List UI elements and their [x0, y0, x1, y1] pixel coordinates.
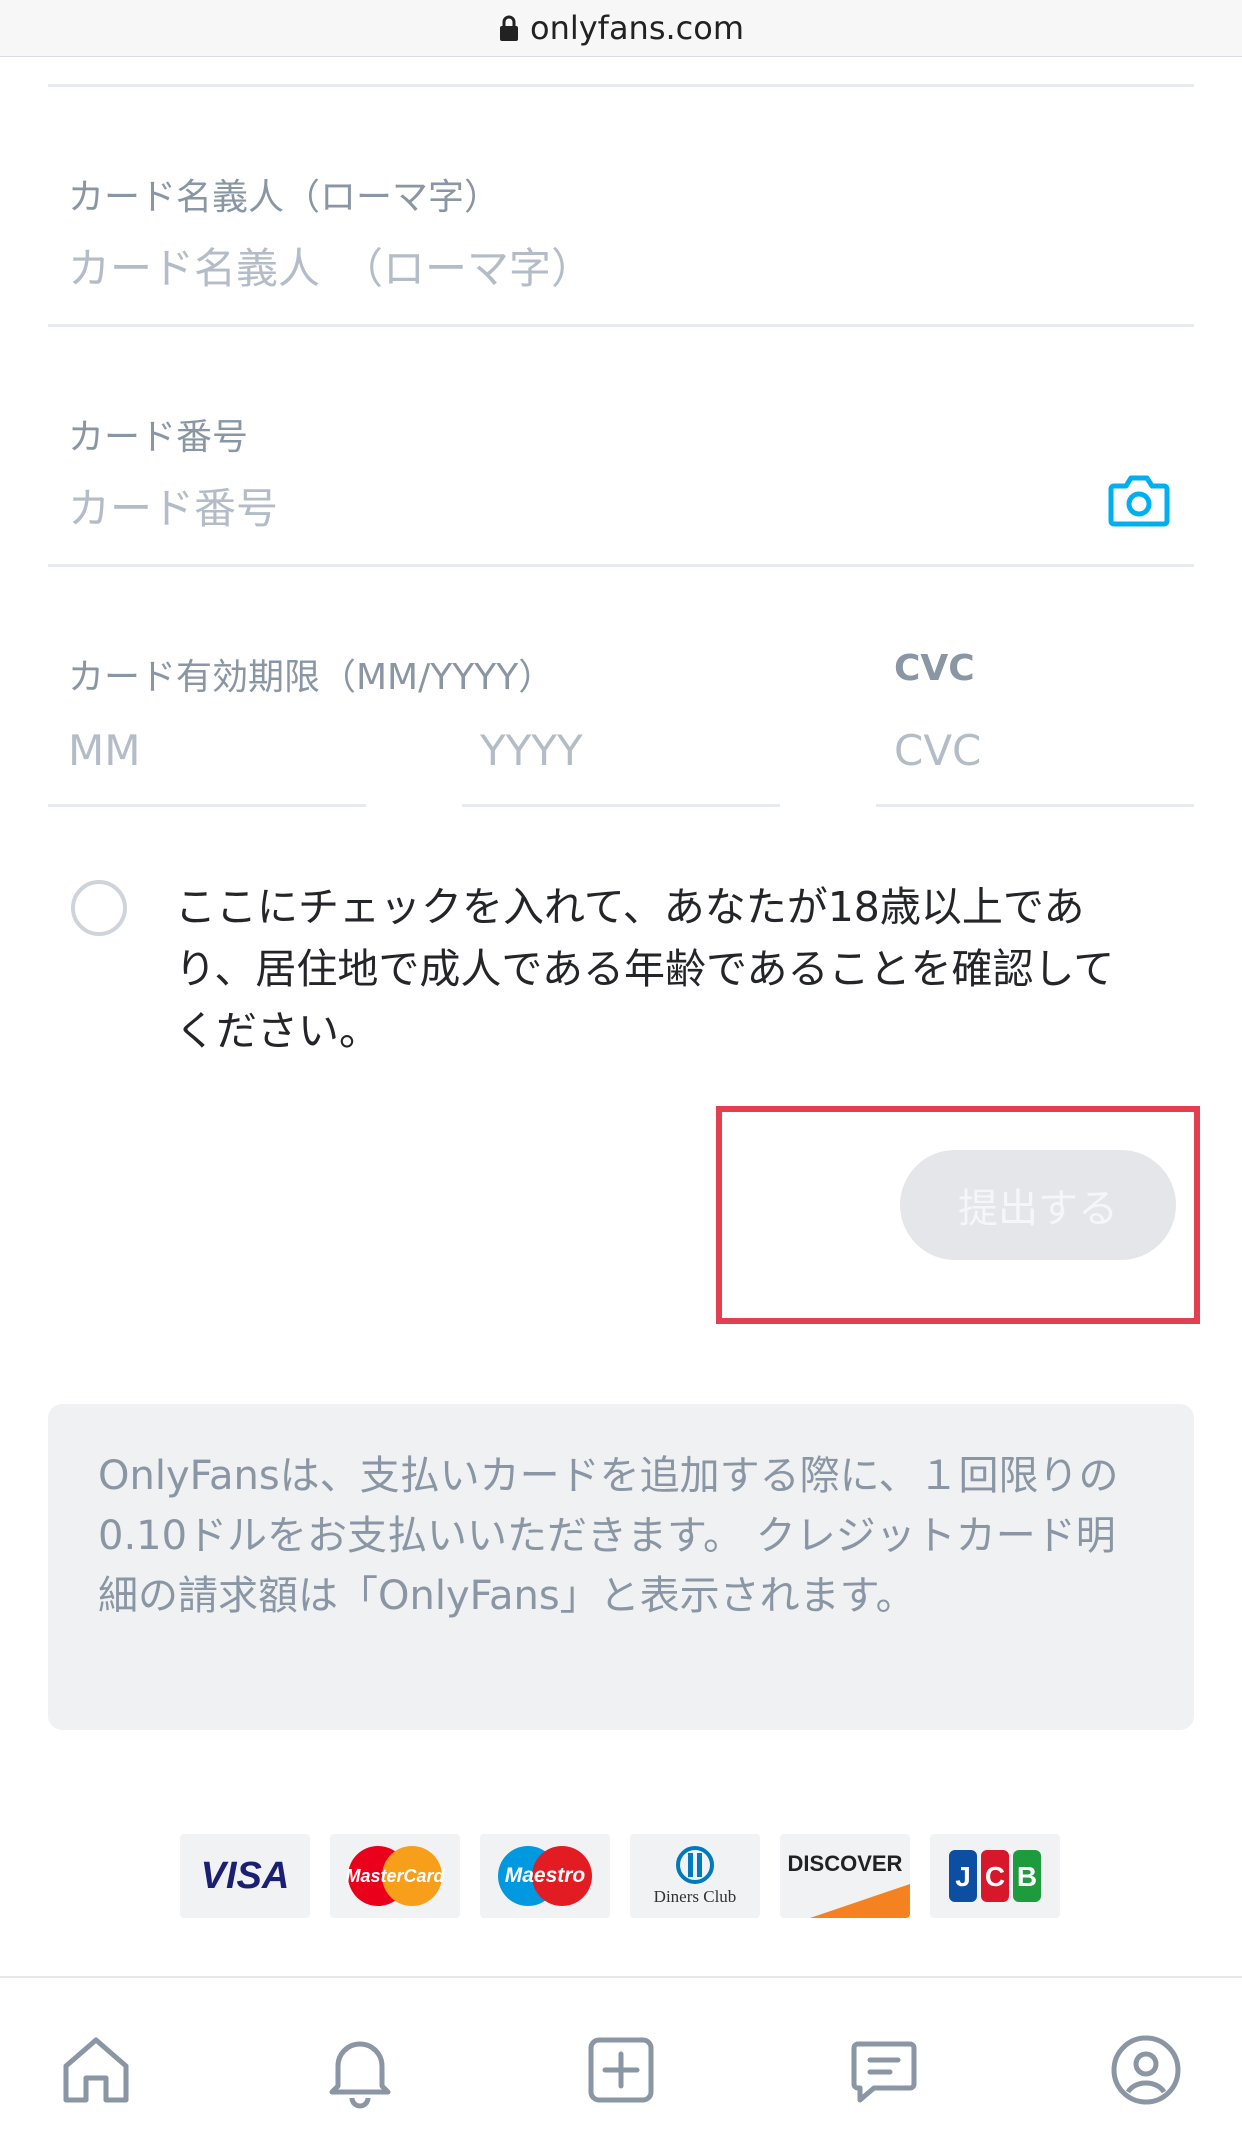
- cvc-input[interactable]: [894, 722, 1184, 778]
- discover-logo: DISCOVER: [780, 1834, 910, 1918]
- card-brands: VISA MasterCard Maestro Diners Club DISC…: [180, 1834, 1060, 1918]
- profile-icon[interactable]: [1106, 2030, 1186, 2110]
- message-icon[interactable]: [844, 2030, 924, 2110]
- cvc-label: CVC: [894, 648, 975, 689]
- browser-url-bar[interactable]: onlyfans.com: [0, 0, 1242, 57]
- mastercard-logo: MasterCard: [330, 1834, 460, 1918]
- maestro-logo: Maestro: [480, 1834, 610, 1918]
- card-number-label: カード番号: [68, 417, 249, 458]
- expiry-month-input[interactable]: [68, 722, 358, 778]
- visa-logo: VISA: [180, 1834, 310, 1918]
- jcb-letter-b: B: [1017, 1861, 1037, 1892]
- jcb-logo: J C B: [930, 1834, 1060, 1918]
- visa-text: VISA: [200, 1854, 290, 1897]
- bell-icon[interactable]: [320, 2030, 400, 2110]
- cardholder-label: カード名義人（ローマ字）: [68, 177, 501, 218]
- divider: [876, 804, 1194, 807]
- diners-club-logo: Diners Club: [630, 1834, 760, 1918]
- url-text: onlyfans.com: [529, 9, 745, 47]
- discover-text: DISCOVER: [787, 1851, 903, 1876]
- divider: [48, 564, 1194, 567]
- submit-button[interactable]: 提出する: [900, 1150, 1176, 1260]
- payment-notice-text: OnlyFansは、支払いカードを追加する際に、１回限りの0.10ドルをお支払い…: [98, 1453, 1119, 1619]
- expiry-year-input[interactable]: [480, 722, 770, 778]
- age-confirm-checkbox[interactable]: [71, 880, 127, 936]
- age-confirm-text: ここにチェックを入れて、あなたが18歳以上であり、居住地で成人である年齢であるこ…: [175, 883, 1115, 1055]
- payment-notice: OnlyFansは、支払いカードを追加する際に、１回限りの0.10ドルをお支払い…: [48, 1404, 1194, 1730]
- expiry-label: カード有効期限（MM/YYYY）: [68, 657, 555, 698]
- plus-square-icon[interactable]: [581, 2030, 661, 2110]
- camera-icon[interactable]: [1108, 472, 1170, 528]
- divider: [48, 804, 366, 807]
- divider: [462, 804, 780, 807]
- diners-club-text: Diners Club: [653, 1887, 737, 1906]
- lock-icon: [499, 15, 518, 41]
- maestro-text: Maestro: [504, 1864, 586, 1887]
- home-icon[interactable]: [56, 2030, 136, 2110]
- mastercard-text: MasterCard: [345, 1865, 445, 1886]
- divider: [48, 84, 1194, 87]
- bottom-nav: [0, 1976, 1242, 2148]
- card-number-input[interactable]: [68, 480, 1068, 536]
- cardholder-input[interactable]: [68, 240, 1168, 296]
- jcb-letter-c: C: [985, 1861, 1005, 1892]
- diners-club-mark: [676, 1846, 714, 1884]
- jcb-letter-j: J: [955, 1861, 971, 1892]
- jcb-mark: J C B: [949, 1850, 1041, 1902]
- divider: [48, 324, 1194, 327]
